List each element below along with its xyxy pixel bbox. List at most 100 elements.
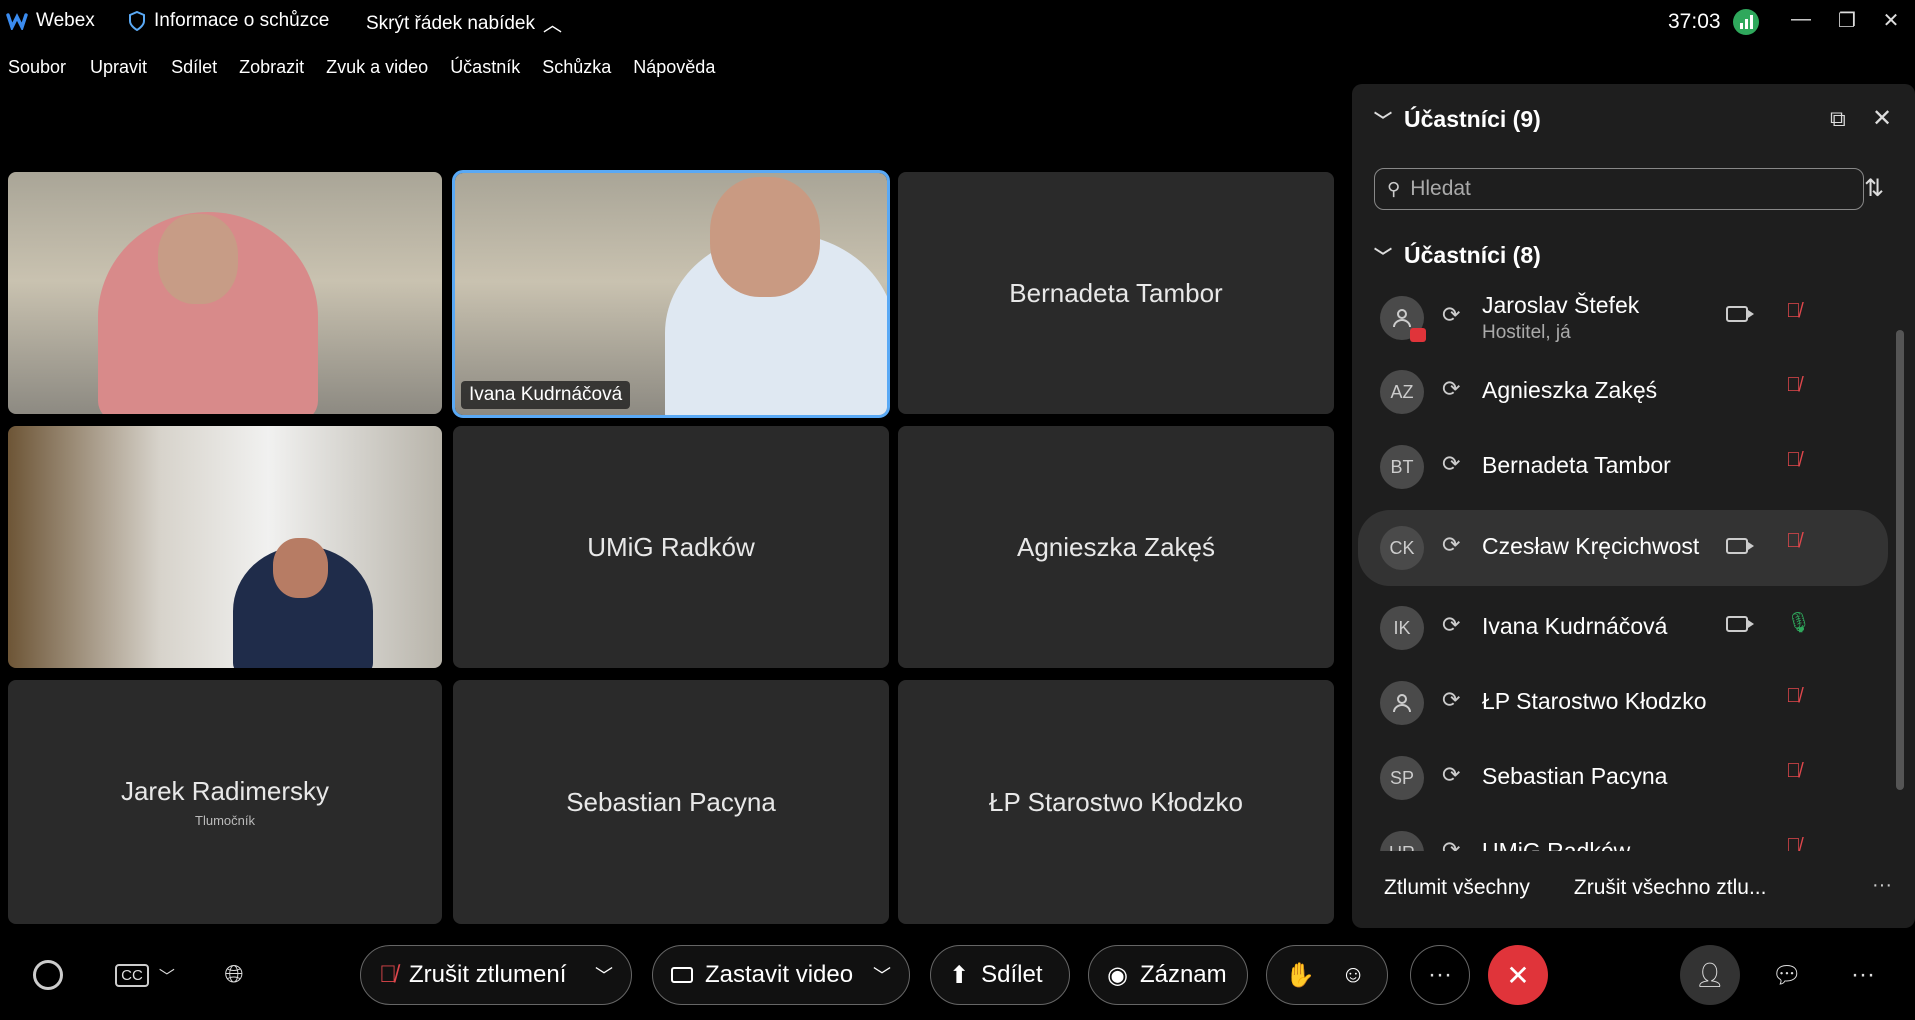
menu-meeting[interactable]: Schůzka (534, 52, 619, 82)
participant-tile[interactable]: ŁP Starostwo Kłodzko (898, 680, 1334, 924)
mic-muted-icon[interactable]: 🎙̸ (1786, 449, 1801, 472)
unmute-button[interactable]: 🎙̸ Zrušit ztlumení ﹀ (360, 945, 632, 1005)
participant-face (158, 214, 238, 304)
menu-file[interactable]: Soubor (0, 52, 74, 82)
search-field[interactable]: ⚲ (1374, 168, 1864, 210)
record-icon: ◉ (1107, 961, 1128, 989)
avatar (1380, 681, 1424, 725)
participant-tile[interactable]: Sebastian Pacyna (453, 680, 889, 924)
chevron-down-icon: ﹀ (158, 969, 175, 986)
scroll-thumb[interactable] (1896, 330, 1904, 790)
tile-name: UMiG Radków (587, 531, 755, 562)
video-tile[interactable] (8, 426, 442, 668)
close-icon[interactable]: ✕ (1872, 104, 1892, 133)
participant-row[interactable]: AZ ⟳ Agnieszka Zakęś 🎙̸ (1358, 360, 1888, 424)
meeting-timer: 37:03 (1668, 10, 1721, 33)
language-globe-icon[interactable]: 🌐︎ (204, 945, 264, 1005)
chat-button[interactable]: 💬︎ (1757, 945, 1817, 1005)
mic-active-icon[interactable]: 🎙 (1786, 610, 1811, 635)
more-options-icon[interactable]: ··· (1872, 874, 1892, 897)
participant-name: Bernadeta Tambor (1482, 452, 1671, 478)
panel-header[interactable]: ﹀ Účastníci (9) (1374, 106, 1541, 133)
menu-edit[interactable]: Upravit (82, 52, 155, 82)
pc-audio-icon: ⟳ (1442, 762, 1461, 787)
share-label: Sdílet (981, 961, 1043, 988)
participant-row[interactable]: IK ⟳ Ivana Kudrnáčová 🎙 (1358, 596, 1888, 660)
tile-name: Agnieszka Zakęś (1017, 531, 1215, 562)
record-label: Záznam (1139, 961, 1227, 988)
video-tile[interactable] (8, 172, 442, 414)
participant-row[interactable]: SP ⟳ Sebastian Pacyna 🎙̸ (1358, 746, 1888, 810)
participant-row[interactable]: BT ⟳ Bernadeta Tambor 🎙̸ (1358, 435, 1888, 499)
reactions-icon[interactable]: ☺ (1341, 961, 1366, 989)
participants-panel-button[interactable]: 👤︎ (1680, 945, 1740, 1005)
participant-tile[interactable]: UMiG Radków (453, 426, 889, 668)
chevron-down-icon: ﹀ (873, 966, 891, 986)
network-signal-icon[interactable] (1733, 9, 1759, 35)
pc-audio-icon: ⟳ (1442, 612, 1461, 637)
camera-icon[interactable] (1726, 306, 1754, 322)
participant-face (710, 177, 820, 297)
participant-row[interactable]: ⟳ ŁP Starostwo Kłodzko 🎙̸ (1358, 671, 1888, 735)
minimize-icon[interactable]: — (1786, 8, 1816, 31)
chevron-down-icon: ﹀ (1374, 110, 1392, 131)
menu-help[interactable]: Nápověda (625, 52, 723, 82)
tile-name: ŁP Starostwo Kłodzko (989, 786, 1243, 817)
unmute-all-button[interactable]: Zrušit všechno ztlu... (1574, 876, 1767, 900)
restore-icon[interactable]: ❐ (1832, 8, 1862, 33)
mic-muted-icon[interactable]: 🎙̸ (1786, 530, 1801, 553)
unmute-label: Zrušit ztlumení (409, 961, 567, 988)
tile-name: Bernadeta Tambor (1009, 277, 1223, 308)
close-icon: ✕ (1506, 959, 1530, 991)
more-panels-button[interactable]: ··· (1833, 945, 1893, 1005)
meeting-info-button[interactable]: Informace o schůzce (128, 10, 329, 32)
camera-icon[interactable] (1726, 538, 1754, 554)
webex-assistant-icon[interactable] (18, 945, 78, 1005)
menu-share[interactable]: Sdílet (163, 52, 225, 82)
search-input[interactable] (1410, 177, 1841, 201)
record-button[interactable]: ◉ Záznam (1088, 945, 1248, 1005)
more-options-button[interactable]: ··· (1410, 945, 1470, 1005)
captions-button[interactable]: CC ﹀ (108, 945, 182, 1005)
participant-name: Czesław Kręcichwost (1482, 533, 1700, 559)
active-speaker-name: Ivana Kudrnáčová (461, 381, 631, 409)
share-button[interactable]: ⬆ Sdílet (930, 945, 1070, 1005)
avatar: SP (1380, 756, 1424, 800)
camera-icon[interactable] (1726, 616, 1754, 632)
more-options-icon: ··· (1428, 961, 1452, 988)
camera-icon (671, 967, 693, 983)
end-call-button[interactable]: ✕ (1488, 945, 1548, 1005)
mic-muted-icon[interactable]: 🎙̸ (1786, 374, 1801, 397)
video-tile-active-speaker[interactable]: Ivana Kudrnáčová (452, 170, 890, 418)
raise-hand-icon[interactable]: ✋ (1285, 961, 1315, 990)
menu-participant[interactable]: Účastník (442, 52, 528, 82)
participants-group-header[interactable]: ﹀ Účastníci (8) (1374, 242, 1541, 269)
mic-muted-icon[interactable]: 🎙̸ (1786, 835, 1801, 851)
more-options-icon: ··· (1851, 961, 1875, 988)
panel-title: Účastníci (9) (1404, 106, 1541, 132)
participant-row-hovered[interactable]: CK ⟳ Czesław Kręcichwost 🎙̸ (1358, 510, 1888, 586)
participant-row[interactable]: UR ⟳ UMiG Radków 🎙̸ (1358, 821, 1888, 851)
stop-video-button[interactable]: Zastavit video ﹀ (652, 945, 910, 1005)
menu-audio-video[interactable]: Zvuk a video (318, 52, 436, 82)
scrollbar[interactable] (1896, 244, 1904, 824)
mic-muted-icon[interactable]: 🎙̸ (1786, 685, 1801, 708)
mic-muted-icon[interactable]: 🎙̸ (1786, 760, 1801, 783)
tile-name: Jarek Radimersky (120, 776, 330, 806)
participant-tile[interactable]: Bernadeta Tambor (898, 172, 1334, 414)
mute-all-button[interactable]: Ztlumit všechny (1384, 876, 1530, 900)
mic-muted-icon[interactable]: 🎙̸ (1786, 300, 1801, 323)
hide-menu-bar-button[interactable]: Skrýt řádek nabídek ︿ (366, 10, 562, 37)
participant-tile[interactable]: Jarek Radimersky Tlumočník (8, 680, 442, 924)
participant-tile[interactable]: Agnieszka Zakęś (898, 426, 1334, 668)
person-icon (1393, 309, 1411, 328)
close-window-icon[interactable]: ✕ (1876, 8, 1906, 33)
menu-view[interactable]: Zobrazit (231, 52, 312, 82)
participant-name: UMiG Radków (1482, 838, 1631, 851)
hide-menu-label: Skrýt řádek nabídek (366, 12, 535, 34)
tile-role: Tlumočník (195, 813, 255, 828)
sort-icon[interactable]: ⇅ (1864, 174, 1884, 203)
participant-row[interactable]: ⟳ Jaroslav Štefek Hostitel, já 🎙̸ (1358, 286, 1888, 350)
popout-icon[interactable]: ⧉ (1830, 106, 1846, 132)
pc-audio-icon: ⟳ (1442, 376, 1461, 401)
